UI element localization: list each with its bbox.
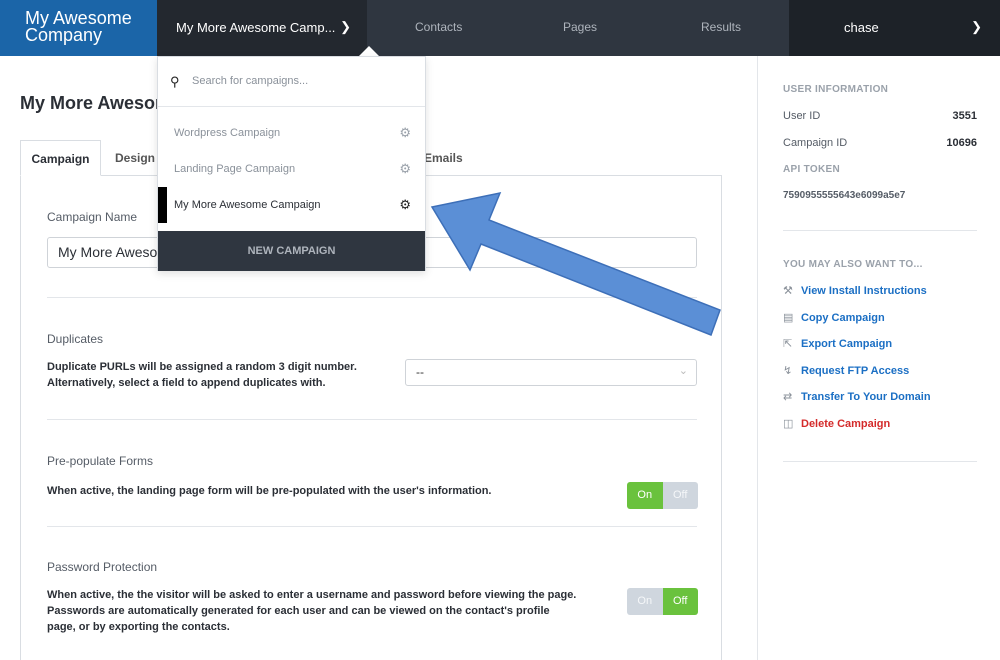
campaign-dropdown: ⚲ Search for campaigns... Wordpress Camp… <box>157 56 426 271</box>
brand-logo[interactable]: My Awesome Company <box>0 0 157 56</box>
chevron-down-icon: ⌄ <box>678 365 688 377</box>
password-desc-line2: Passwords are automatically generated fo… <box>47 605 550 617</box>
toggle-off[interactable]: Off <box>662 588 698 615</box>
divider <box>47 526 697 527</box>
document-icon: ▤ <box>783 312 794 324</box>
password-desc-line1: When active, the the visitor will be ask… <box>47 589 577 601</box>
user-menu[interactable]: chase ❯ <box>789 0 1000 56</box>
dropdown-item-wordpress-campaign[interactable]: Wordpress Campaign ⚙ <box>158 115 425 151</box>
duplicates-select[interactable]: -- ⌄ <box>405 359 697 386</box>
nav-results[interactable]: Results <box>701 20 741 34</box>
prepopulate-toggle[interactable]: On Off <box>627 482 698 509</box>
also-want-heading: YOU MAY ALSO WANT TO... <box>783 259 923 270</box>
duplicates-description: Duplicate PURLs will be assigned a rando… <box>47 359 357 391</box>
password-protection-description: When active, the the visitor will be ask… <box>47 587 576 635</box>
wrench-icon: ⚒ <box>783 285 793 297</box>
sidebar: USER INFORMATION User ID 3551 Campaign I… <box>757 56 1000 660</box>
password-protection-label: Password Protection <box>47 560 158 574</box>
tab-campaign[interactable]: Campaign <box>20 140 101 176</box>
link-label: Delete Campaign <box>801 418 891 430</box>
tab-emails[interactable]: Emails <box>424 140 463 176</box>
link-label: View Install Instructions <box>801 285 927 297</box>
brand-name-line2: Company <box>25 25 103 45</box>
campaign-search[interactable]: ⚲ Search for campaigns... <box>158 57 425 107</box>
new-campaign-button[interactable]: NEW CAMPAIGN <box>158 231 425 271</box>
dropdown-item-label: Landing Page Campaign <box>174 163 296 175</box>
campaign-selector[interactable]: My More Awesome Camp... ❯ <box>157 0 367 56</box>
dropdown-item-label: Wordpress Campaign <box>174 127 281 139</box>
user-name: chase <box>844 20 879 35</box>
user-id-row: User ID 3551 <box>783 110 977 122</box>
gear-icon[interactable]: ⚙ <box>399 125 411 141</box>
chevron-down-icon: ❯ <box>971 19 982 34</box>
campaign-selector-label: My More Awesome Camp... <box>176 20 336 35</box>
nav-pages[interactable]: Pages <box>563 20 597 34</box>
prepopulate-description: When active, the landing page form will … <box>47 485 492 497</box>
copy-campaign-link[interactable]: ▤ Copy Campaign <box>783 311 885 324</box>
link-label: Copy Campaign <box>801 312 885 324</box>
gear-icon[interactable]: ⚙ <box>399 197 411 213</box>
top-navigation: My Awesome Company My More Awesome Camp.… <box>0 0 1000 56</box>
divider <box>783 461 977 462</box>
duplicates-label: Duplicates <box>47 332 104 346</box>
lightning-icon: ↯ <box>783 365 793 377</box>
api-token-heading: API TOKEN <box>783 164 840 175</box>
duplicates-desc-line1: Duplicate PURLs will be assigned a rando… <box>47 361 357 373</box>
nav-contacts[interactable]: Contacts <box>415 20 462 34</box>
export-icon: ⇱ <box>783 338 793 350</box>
duplicates-desc-line2: Alternatively, select a field to append … <box>47 377 326 389</box>
link-label: Export Campaign <box>801 338 893 350</box>
divider <box>783 230 977 231</box>
toggle-on[interactable]: On <box>627 588 663 615</box>
link-label: Transfer To Your Domain <box>801 391 931 403</box>
duplicates-select-value: -- <box>416 365 424 379</box>
tab-design[interactable]: Design <box>115 140 155 176</box>
api-token-value: 7590955555643e6099a5e7 <box>783 190 906 201</box>
transfer-domain-link[interactable]: ⇄ Transfer To Your Domain <box>783 390 931 403</box>
gear-icon[interactable]: ⚙ <box>399 161 411 177</box>
campaign-id-value: 10696 <box>946 137 977 149</box>
campaign-search-input[interactable]: Search for campaigns... <box>192 75 308 87</box>
export-campaign-link[interactable]: ⇱ Export Campaign <box>783 337 892 350</box>
page-title: My More Awesome Campaign <box>20 93 160 113</box>
trash-icon: ◫ <box>783 418 794 430</box>
dropdown-item-current-campaign[interactable]: My More Awesome Campaign ⚙ <box>158 187 425 223</box>
campaign-name-label: Campaign Name <box>47 210 138 224</box>
chevron-down-icon: ❯ <box>340 19 351 34</box>
view-install-instructions-link[interactable]: ⚒ View Install Instructions <box>783 284 927 297</box>
dropdown-caret <box>359 46 379 56</box>
campaign-id-label: Campaign ID <box>783 137 848 149</box>
request-ftp-access-link[interactable]: ↯ Request FTP Access <box>783 364 909 377</box>
toggle-off[interactable]: Off <box>662 482 698 509</box>
link-label: Request FTP Access <box>801 365 910 377</box>
search-icon: ⚲ <box>170 74 180 89</box>
dropdown-item-label: My More Awesome Campaign <box>174 199 321 211</box>
dropdown-item-landing-page-campaign[interactable]: Landing Page Campaign ⚙ <box>158 151 425 187</box>
transfer-icon: ⇄ <box>783 391 793 403</box>
user-information-heading: USER INFORMATION <box>783 84 889 95</box>
user-id-label: User ID <box>783 110 821 122</box>
delete-campaign-link[interactable]: ◫ Delete Campaign <box>783 417 890 430</box>
password-desc-line3: page, or by exporting the contacts. <box>47 621 230 633</box>
divider <box>47 419 697 420</box>
toggle-on[interactable]: On <box>627 482 663 509</box>
prepopulate-label: Pre-populate Forms <box>47 454 154 468</box>
password-protection-toggle[interactable]: On Off <box>627 588 698 615</box>
user-id-value: 3551 <box>952 110 977 122</box>
divider <box>47 297 697 298</box>
campaign-id-row: Campaign ID 10696 <box>783 137 977 149</box>
